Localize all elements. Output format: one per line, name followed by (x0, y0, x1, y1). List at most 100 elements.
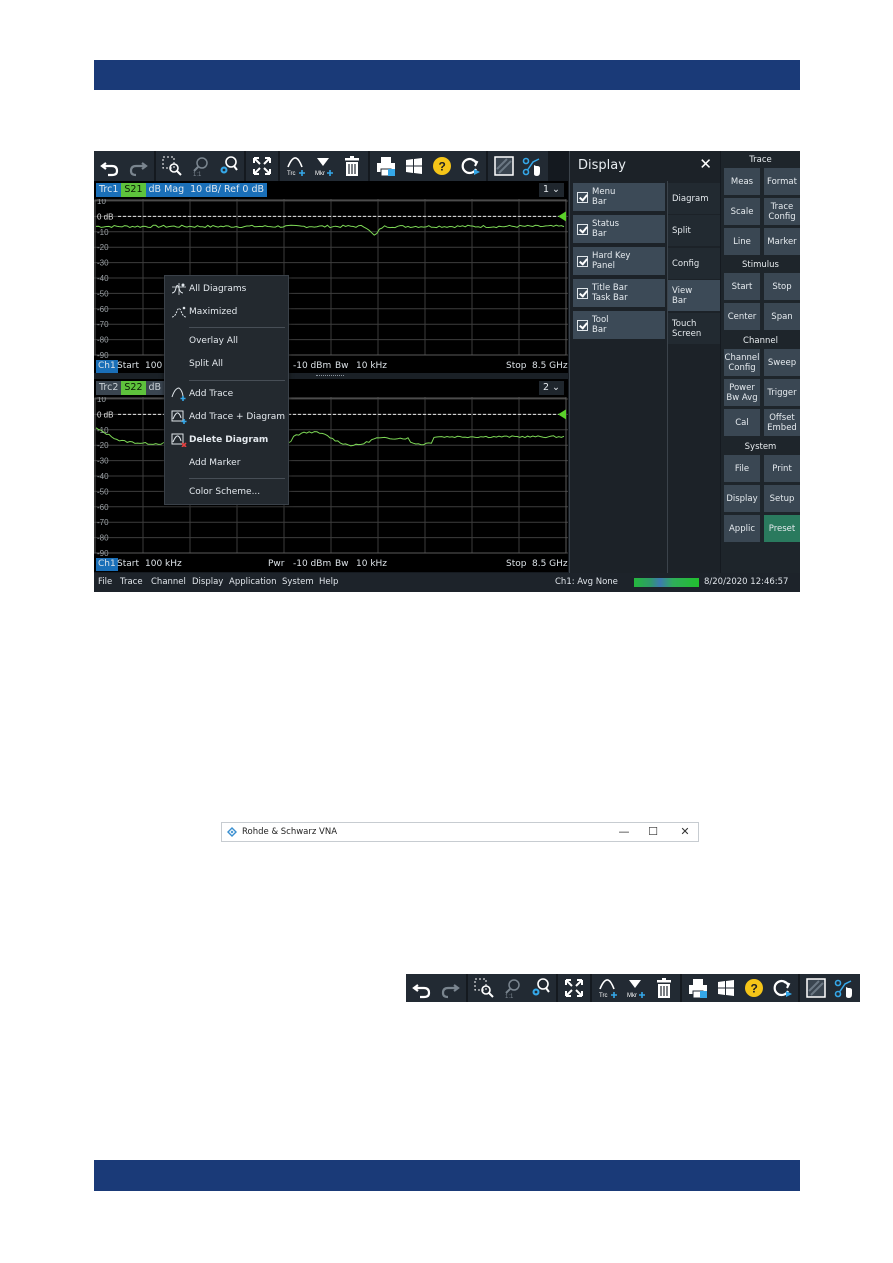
menu-help[interactable]: Help (319, 573, 338, 592)
trace-header[interactable]: Trc1 S21 dB Mag 10 dB/ Ref 0 dB (96, 183, 267, 197)
checkbox-checked-icon[interactable] (577, 255, 588, 267)
delete-button[interactable] (338, 152, 366, 180)
touch-button[interactable] (518, 152, 546, 180)
hardkey-line[interactable]: Line (724, 228, 760, 255)
add-trace-button[interactable]: Trc (594, 974, 622, 1002)
display-button[interactable] (490, 152, 518, 180)
menu-file[interactable]: File (98, 573, 112, 592)
hardkey-applic[interactable]: Applic (724, 515, 760, 542)
menu-application[interactable]: Application (229, 573, 277, 592)
menu-display[interactable]: Display (192, 573, 223, 592)
hardkey-stop[interactable]: Stop (764, 273, 800, 300)
checkbox-hard-key-panel[interactable]: Hard Key Panel (573, 247, 665, 275)
checkbox-menu-bar[interactable]: Menu Bar (573, 183, 665, 211)
add-marker-button[interactable]: Mkr (310, 152, 338, 180)
checkbox-tool-bar[interactable]: Tool Bar (573, 311, 665, 339)
diagram-number-dropdown[interactable]: 2 ⌄ (538, 381, 564, 395)
tab-diagram[interactable]: Diagram (668, 183, 720, 214)
trace-scale[interactable]: 10 dB/ Ref 0 dB (187, 183, 267, 197)
hardkey-trace-config[interactable]: Trace Config (764, 198, 800, 225)
hardkey-cal[interactable]: Cal (724, 409, 760, 436)
help-button[interactable]: ? (740, 974, 768, 1002)
menu-trace[interactable]: Trace (120, 573, 143, 592)
start-value[interactable]: 100 kHz (145, 558, 182, 571)
hardkey-trigger[interactable]: Trigger (764, 379, 800, 406)
trace-label[interactable]: Trc2 (96, 381, 122, 395)
close-icon[interactable]: ✕ (699, 155, 712, 173)
bw-value[interactable]: 10 kHz (356, 360, 387, 373)
maximize-button[interactable]: ☐ (643, 823, 663, 841)
channel-badge[interactable]: Ch1 (96, 558, 118, 571)
channel-badge[interactable]: Ch1 (96, 360, 118, 373)
hardkey-span[interactable]: Span (764, 303, 800, 330)
hardkey-print[interactable]: Print (764, 455, 800, 482)
hardkey-sweep[interactable]: Sweep (764, 349, 800, 376)
pwr-value[interactable]: -10 dBm (293, 360, 331, 373)
stop-value[interactable]: 8.5 GHz (532, 360, 568, 373)
menu-item-maximized[interactable]: Maximized (165, 303, 288, 321)
windows-button[interactable] (712, 974, 740, 1002)
delete-button[interactable] (650, 974, 678, 1002)
zoom-rect-button[interactable] (158, 152, 186, 180)
redo-button[interactable] (124, 152, 152, 180)
stop-value[interactable]: 8.5 GHz (532, 558, 568, 571)
menu-item-overlay-all[interactable]: Overlay All (165, 332, 288, 350)
checkbox-status-bar[interactable]: Status Bar (573, 215, 665, 243)
tab-view-bar[interactable]: View Bar (668, 280, 720, 311)
undo-button[interactable] (408, 974, 436, 1002)
checkbox-checked-icon[interactable] (577, 223, 588, 235)
checkbox-checked-icon[interactable] (577, 287, 588, 299)
maximize-button[interactable] (248, 152, 276, 180)
minimize-button[interactable]: — (614, 823, 634, 841)
menu-item-all-diagrams[interactable]: All Diagrams (165, 280, 288, 298)
windows-button[interactable] (400, 152, 428, 180)
hardkey-setup[interactable]: Setup (764, 485, 800, 512)
zoom-1to1-button[interactable]: 1:1 (498, 974, 526, 1002)
hardkey-marker[interactable]: Marker (764, 228, 800, 255)
trace-format[interactable]: dB Mag (145, 183, 188, 197)
hardkey-channel-config[interactable]: Channel Config (724, 349, 760, 376)
hardkey-scale[interactable]: Scale (724, 198, 760, 225)
menu-item-add-trace-diagram[interactable]: Add Trace + Diagram (165, 408, 288, 426)
hardkey-offset-embed[interactable]: Offset Embed (764, 409, 800, 436)
s-parameter[interactable]: S22 (121, 381, 146, 395)
display-button[interactable] (802, 974, 830, 1002)
menu-item-delete-diagram[interactable]: Delete Diagram (165, 431, 288, 449)
hardkey-power-bw-avg[interactable]: Power Bw Avg (724, 379, 760, 406)
redo-button[interactable] (436, 974, 464, 1002)
menu-item-add-marker[interactable]: Add Marker (165, 454, 288, 472)
hardkey-center[interactable]: Center (724, 303, 760, 330)
hardkey-preset[interactable]: Preset (764, 515, 800, 542)
add-trace-button[interactable]: Trc (282, 152, 310, 180)
bw-value[interactable]: 10 kHz (356, 558, 387, 571)
diagram-number-dropdown[interactable]: 1 ⌄ (538, 183, 564, 197)
trace-label[interactable]: Trc1 (96, 183, 122, 197)
tab-split[interactable]: Split (668, 215, 720, 246)
s-parameter[interactable]: S21 (121, 183, 146, 197)
hardkey-display[interactable]: Display (724, 485, 760, 512)
menu-item-color-scheme[interactable]: Color Scheme... (165, 483, 288, 501)
zoom-config-button[interactable] (214, 152, 242, 180)
hardkey-meas[interactable]: Meas (724, 168, 760, 195)
zoom-rect-button[interactable] (470, 974, 498, 1002)
maximize-button[interactable] (560, 974, 588, 1002)
refresh-button[interactable] (768, 974, 796, 1002)
hardkey-start[interactable]: Start (724, 273, 760, 300)
help-button[interactable]: ? (428, 152, 456, 180)
print-button[interactable] (372, 152, 400, 180)
print-button[interactable] (684, 974, 712, 1002)
undo-button[interactable] (96, 152, 124, 180)
checkbox-checked-icon[interactable] (577, 191, 588, 203)
menu-system[interactable]: System (282, 573, 314, 592)
add-marker-button[interactable]: Mkr (622, 974, 650, 1002)
refresh-button[interactable] (456, 152, 484, 180)
hardkey-file[interactable]: File (724, 455, 760, 482)
splitter-handle[interactable] (316, 375, 344, 377)
zoom-config-button[interactable] (526, 974, 554, 1002)
checkbox-title-bar-task-bar[interactable]: Title Bar Task Bar (573, 279, 665, 307)
close-button[interactable]: ✕ (675, 823, 695, 841)
tab-touch-screen[interactable]: Touch Screen (668, 313, 720, 344)
menu-item-split-all[interactable]: Split All (165, 355, 288, 373)
tab-config[interactable]: Config (668, 248, 720, 279)
touch-button[interactable] (830, 974, 858, 1002)
